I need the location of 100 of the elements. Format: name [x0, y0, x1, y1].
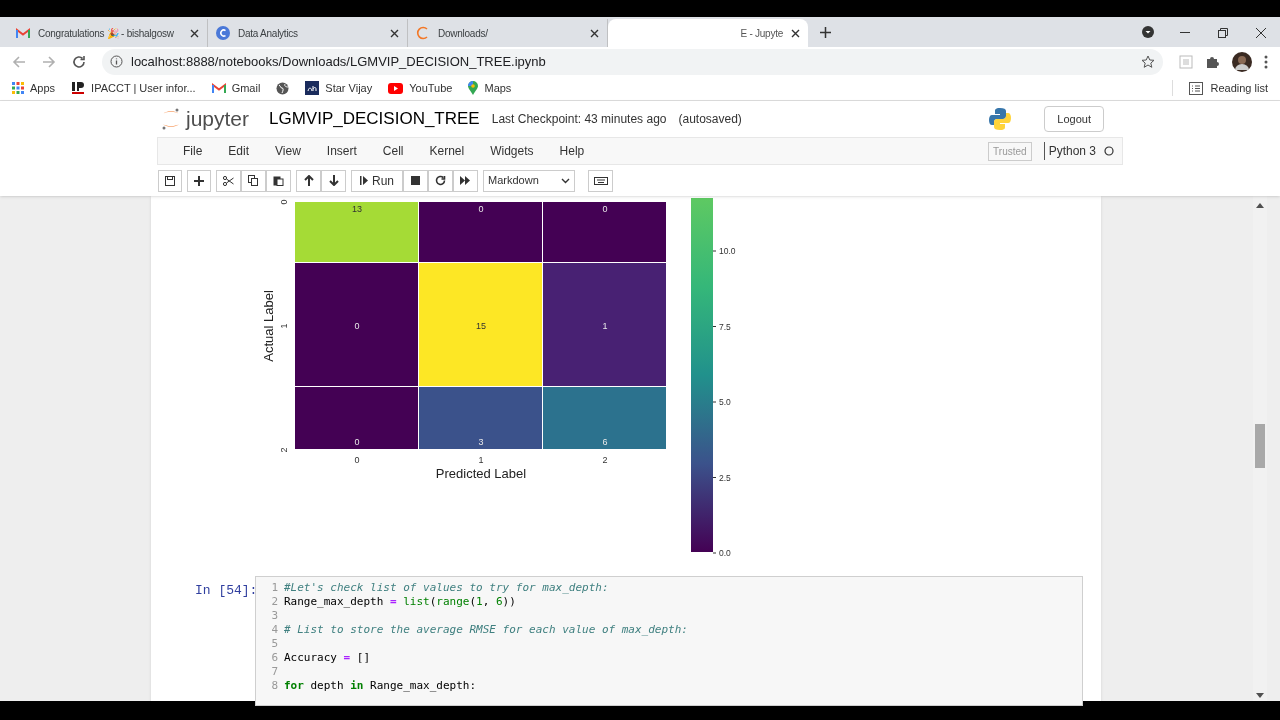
- python-logo-icon: [988, 107, 1013, 131]
- restart-button[interactable]: [428, 169, 453, 192]
- cell-value: 0: [354, 321, 360, 331]
- tab-search-icon[interactable]: [1142, 26, 1154, 38]
- cell-value: 0: [602, 204, 608, 214]
- bookmark-link[interactable]: IPACCT | User infor...: [71, 79, 196, 97]
- cut-button[interactable]: [216, 169, 241, 192]
- colorbar-tick-label: 7.5: [719, 321, 731, 332]
- browser-tab[interactable]: E - Jupyte: [608, 19, 808, 47]
- close-icon[interactable]: [791, 28, 800, 38]
- close-icon[interactable]: [390, 28, 399, 38]
- tick-label: 2: [602, 455, 608, 465]
- move-up-button[interactable]: [296, 169, 321, 192]
- bookmark-link[interactable]: Apps: [12, 79, 56, 97]
- line-number: 7: [270, 665, 278, 679]
- paste-icon: [273, 175, 284, 186]
- new-tab-icon[interactable]: [820, 27, 831, 38]
- scroll-up-icon[interactable]: [1256, 203, 1264, 208]
- close-icon[interactable]: [590, 28, 599, 38]
- save-button[interactable]: [158, 169, 182, 192]
- line-number: 4: [270, 623, 278, 637]
- bookmark-link[interactable]: Star Vijay: [305, 79, 373, 97]
- tick-label: 1: [478, 455, 484, 465]
- close-window-icon[interactable]: [1256, 28, 1266, 38]
- menu-item[interactable]: Insert: [313, 142, 370, 160]
- menu-item[interactable]: Kernel: [416, 142, 478, 160]
- logout-button[interactable]: Logout: [1044, 106, 1104, 132]
- star-icon[interactable]: [1141, 54, 1155, 69]
- step-icon: [360, 176, 368, 185]
- code-line: Accuracy = []: [284, 651, 371, 664]
- line-number: 1: [270, 581, 278, 595]
- menu-item[interactable]: File: [170, 142, 216, 160]
- bookmark-link[interactable]: Maps: [468, 79, 512, 97]
- menu-item[interactable]: Cell: [369, 142, 417, 160]
- keyboard-icon: [593, 176, 608, 185]
- loading-icon: [416, 26, 430, 40]
- move-down-button[interactable]: [321, 169, 346, 192]
- jupyter-logo[interactable]: jupyter: [186, 103, 250, 135]
- close-icon[interactable]: [190, 28, 199, 38]
- globe-icon[interactable]: [276, 81, 290, 95]
- menu-item[interactable]: Widgets: [477, 142, 547, 160]
- fast-forward-icon: [460, 176, 471, 185]
- restore-icon[interactable]: [1218, 28, 1228, 38]
- paste-button[interactable]: [266, 169, 291, 192]
- tick-label: 1: [279, 323, 289, 329]
- reading-list-icon: [1188, 81, 1203, 95]
- bookmark-link[interactable]: YouTube: [388, 79, 453, 97]
- address-bar[interactable]: localhost:8888/notebooks/Downloads/LGMVIP_DECISION_TREE.ipynb: [102, 48, 1163, 75]
- run-all-button[interactable]: [453, 169, 478, 192]
- minimize-icon[interactable]: [1180, 32, 1190, 34]
- kernel-name: Python 3: [1043, 142, 1096, 160]
- insert-cell-button[interactable]: [187, 169, 211, 192]
- reload-icon[interactable]: [72, 54, 86, 69]
- cell-type-dropdown[interactable]: Markdown: [483, 169, 575, 192]
- cell-value: 6: [602, 437, 608, 447]
- mail-icon: [211, 82, 226, 94]
- code-line: for depth in Range_max_depth:: [284, 679, 477, 692]
- bookmark-link[interactable]: Gmail: [211, 79, 261, 97]
- notebook-name[interactable]: LGMVIP_DECISION_TREE: [269, 106, 480, 132]
- code-cell[interactable]: [255, 576, 1083, 706]
- cell-value: 3: [478, 437, 484, 447]
- menu-item[interactable]: Edit: [215, 142, 263, 160]
- cell-prompt: In [54]:: [195, 582, 255, 600]
- autosave-status: (autosaved): [678, 111, 742, 128]
- url-text: localhost:8888/notebooks/Downloads/LGMVIP_DECISION_TREE.ipynb: [131, 52, 547, 71]
- code-line: Range_max_depth = list(range(1, 6)): [284, 595, 516, 608]
- ip-logo-icon: [71, 81, 86, 95]
- colorbar-tick-label: 10.0: [719, 246, 736, 256]
- stop-icon: [411, 176, 420, 185]
- arrow-up-icon: [303, 175, 314, 186]
- tick-label: 2: [279, 447, 289, 453]
- cell-value: 13: [352, 204, 362, 214]
- avatar-icon[interactable]: [1232, 51, 1252, 72]
- reading-list-button[interactable]: Reading list: [1210, 79, 1268, 97]
- cell-value: 0: [478, 204, 484, 214]
- axis-label: Predicted Label: [435, 466, 527, 481]
- scroll-down-icon[interactable]: [1256, 693, 1264, 698]
- puzzle-icon[interactable]: [1205, 54, 1220, 69]
- menu-icon[interactable]: [1264, 54, 1268, 69]
- menu-item[interactable]: Help: [546, 142, 598, 160]
- line-number: 6: [270, 651, 278, 665]
- copy-button[interactable]: [241, 169, 266, 192]
- line-number: 8: [270, 679, 278, 693]
- scrollbar-thumb[interactable]: [1255, 424, 1265, 468]
- colorbar-tick-label: 5.0: [719, 397, 731, 407]
- code-line: #Let's check list of values to try for max_depth:: [284, 581, 609, 594]
- keyboard-button[interactable]: [588, 169, 613, 192]
- chevron-down-icon: [561, 177, 570, 184]
- code-line: # List to store the average RMSE for each value of max_depth:: [284, 623, 688, 636]
- cell-value: 0: [354, 437, 360, 447]
- mail-icon: [16, 27, 30, 39]
- play-icon: [388, 82, 404, 94]
- stop-button[interactable]: [403, 169, 428, 192]
- run-button[interactable]: Run: [351, 169, 403, 192]
- line-number: 2: [270, 595, 278, 609]
- menu-item[interactable]: View: [262, 142, 314, 160]
- colorbar-tick-label: 0.0: [719, 548, 731, 556]
- apps-grid-icon: [12, 82, 24, 94]
- arrow-down-icon: [328, 175, 339, 186]
- site-icon: [216, 26, 230, 40]
